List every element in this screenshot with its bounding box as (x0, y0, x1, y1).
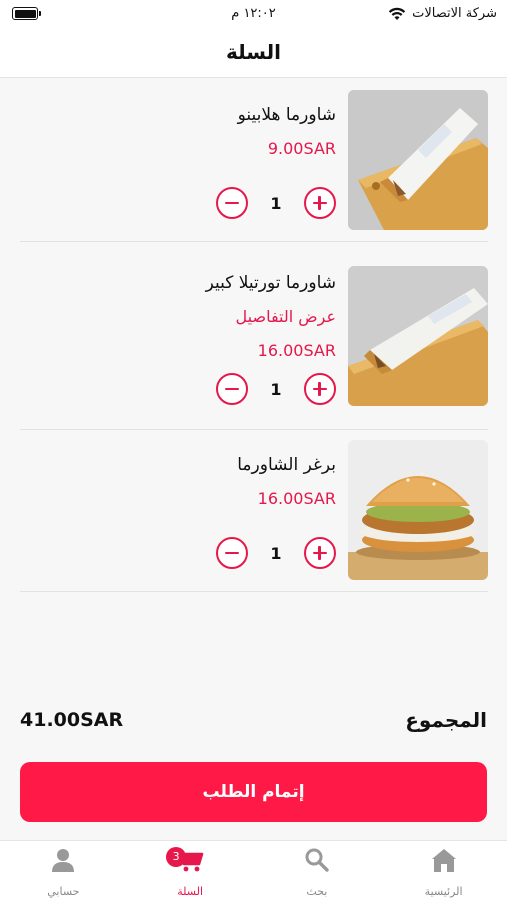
total-amount: 41.00SAR (20, 709, 124, 731)
item-name: برغر الشاورما (237, 455, 336, 475)
wifi-icon (388, 7, 406, 20)
item-image (348, 90, 488, 230)
item-image (348, 266, 488, 406)
item-price: 16.00SAR (257, 341, 336, 360)
search-icon (305, 848, 329, 872)
item-name: شاورما هلابينو (237, 105, 336, 125)
header: السلة (0, 30, 507, 78)
cart-item: برغر الشاورما 16.00SAR 1 (20, 430, 488, 592)
item-image (348, 440, 488, 580)
item-info: شاورما هلابينو 9.00SAR (20, 90, 336, 162)
item-info: شاورما تورتيلا كبير عرض التفاصيل 16.00SA… (20, 258, 336, 364)
tab-search[interactable]: بحث (254, 841, 381, 900)
item-info: برغر الشاورما 16.00SAR (20, 440, 336, 512)
item-price: 16.00SAR (257, 489, 336, 508)
cart-count-badge: 3 (166, 847, 187, 867)
item-price: 9.00SAR (267, 139, 336, 158)
item-name: شاورما تورتيلا كبير (205, 273, 336, 293)
quantity-value: 1 (270, 193, 282, 213)
cart-item: شاورما تورتيلا كبير عرض التفاصيل 16.00SA… (20, 242, 488, 430)
total-label: المجموع (405, 708, 487, 732)
decrease-quantity-button[interactable] (216, 537, 248, 569)
tab-account[interactable]: حسابي (0, 841, 127, 900)
tab-label: حسابي (47, 885, 80, 898)
increase-quantity-button[interactable] (303, 373, 336, 405)
page-title: السلة (225, 40, 281, 64)
cart-items: شاورما هلابينو 9.00SAR 1 شاورما تورتيلا … (20, 80, 488, 592)
cart-item: شاورما هلابينو 9.00SAR 1 (20, 80, 488, 242)
total-row: 41.00SAR المجموع (20, 700, 487, 740)
quantity-value: 1 (270, 543, 282, 563)
checkout-button[interactable]: إتمام الطلب (20, 762, 487, 822)
carrier-name: شركة الاتصالات (412, 6, 497, 21)
tab-label: السلة (177, 885, 203, 898)
quantity-stepper: 1 (216, 536, 336, 570)
tab-label: الرئيسية (424, 885, 463, 898)
tab-home[interactable]: الرئيسية (380, 841, 507, 900)
tab-cart[interactable]: 3 السلة (127, 841, 254, 900)
tab-bar: حسابي 3 السلة بحث الرئيسية (0, 840, 507, 900)
increase-quantity-button[interactable] (303, 537, 336, 569)
decrease-quantity-button[interactable] (216, 373, 248, 405)
status-bar: ١٢:٠٢ م شركة الاتصالات (0, 0, 507, 30)
quantity-stepper: 1 (216, 372, 336, 406)
decrease-quantity-button[interactable] (216, 187, 248, 219)
tab-label: بحث (306, 885, 328, 898)
increase-quantity-button[interactable] (303, 187, 336, 219)
user-icon (52, 849, 75, 872)
item-details-link[interactable]: عرض التفاصيل (20, 304, 336, 330)
home-icon (431, 849, 456, 872)
quantity-value: 1 (270, 379, 282, 399)
status-carrier: شركة الاتصالات (388, 6, 497, 21)
quantity-stepper: 1 (216, 186, 336, 220)
